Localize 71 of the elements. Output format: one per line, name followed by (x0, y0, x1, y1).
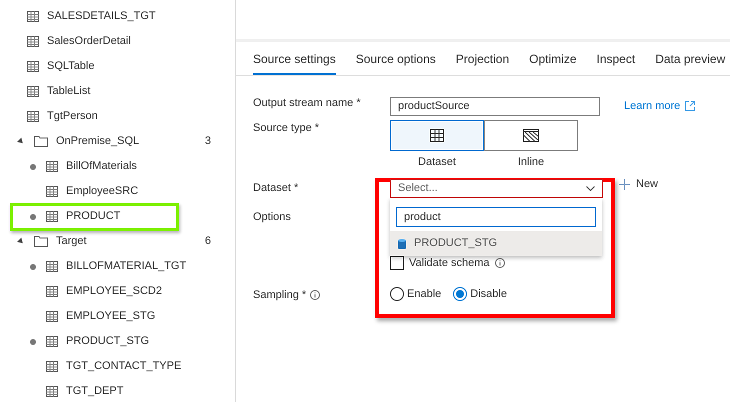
field-label: Source type * (253, 121, 320, 136)
checkbox-label: Validate schema (409, 256, 490, 271)
chevron-down-icon (586, 186, 595, 191)
dataset-select[interactable]: Select... (390, 179, 603, 198)
hatched-box-icon (523, 129, 539, 142)
dataset-label[interactable]: TgtPerson (47, 108, 98, 125)
table-icon (46, 311, 58, 322)
dataset-label[interactable]: EmployeeSRC (66, 183, 138, 200)
field-label: Dataset * (253, 181, 300, 196)
field-label: Sampling * (253, 288, 306, 303)
table-icon (46, 361, 58, 372)
item-count: 3 (204, 134, 211, 150)
tab[interactable]: Source settings (253, 50, 336, 75)
dropdown-option[interactable]: PRODUCT_STG (390, 231, 602, 256)
expand-triangle-icon[interactable] (17, 238, 25, 246)
external-link-icon (685, 101, 696, 111)
item-count: 6 (204, 234, 211, 250)
grid-icon (430, 129, 444, 142)
source-type-label: Inline (518, 155, 544, 170)
table-icon (27, 61, 39, 72)
table-icon (27, 86, 39, 97)
dataset-label[interactable]: TGT_CONTACT_TYPE (66, 358, 182, 375)
dataset-label[interactable]: BILLOFMATERIAL_TGT (66, 258, 186, 275)
dataset-label[interactable]: EMPLOYEE_STG (66, 308, 156, 325)
folder-icon (34, 136, 48, 147)
source-type-label: Dataset (418, 155, 456, 170)
dataset-label[interactable]: EMPLOYEE_SCD2 (66, 283, 162, 300)
plus-icon (619, 178, 630, 190)
radio-label: Enable (407, 286, 442, 302)
table-icon (27, 111, 39, 122)
info-icon (310, 290, 320, 300)
tab[interactable]: Inspect (596, 50, 636, 75)
table-icon (46, 161, 58, 172)
source-type-button[interactable] (390, 120, 484, 151)
dataset-label[interactable]: TGT_DEPT (66, 383, 124, 400)
dataset-label[interactable]: SQLTable (47, 58, 94, 75)
input-field[interactable]: productSource (390, 96, 600, 116)
radio-button[interactable] (453, 286, 468, 301)
field-label: Options (253, 210, 292, 225)
info-icon (494, 258, 505, 268)
table-icon (46, 261, 58, 272)
new-link[interactable]: New (636, 176, 658, 192)
tab[interactable]: Source options (356, 50, 436, 75)
learn-more-link[interactable]: Learn more (624, 98, 680, 114)
field-label: Output stream name * (253, 96, 362, 111)
dataset-label[interactable]: BillOfMaterials (66, 158, 137, 175)
table-icon (27, 11, 39, 22)
table-icon (46, 386, 58, 397)
table-icon (27, 36, 39, 47)
dataset-label[interactable]: SalesOrderDetail (47, 33, 131, 50)
radio-button[interactable] (390, 286, 404, 301)
source-type-button[interactable] (484, 120, 578, 151)
table-icon (46, 211, 58, 222)
table-icon (46, 286, 58, 297)
dataset-label[interactable]: TableList (47, 83, 90, 100)
dataset-label[interactable]: PRODUCT (66, 208, 120, 225)
tab[interactable]: Projection (456, 50, 510, 75)
expand-triangle-icon[interactable] (17, 138, 25, 146)
database-icon (398, 238, 406, 248)
dataset-label[interactable]: PRODUCT_STG (66, 333, 150, 350)
table-icon (46, 336, 58, 347)
search-field[interactable]: product (396, 207, 596, 227)
folder-label[interactable]: OnPremise_SQL (56, 133, 205, 150)
table-icon (46, 186, 58, 197)
tab[interactable]: Data preview (655, 50, 726, 75)
dataset-label[interactable]: SALESDETAILS_TGT (47, 8, 156, 25)
tab[interactable]: Optimize (529, 50, 576, 75)
checkbox[interactable] (390, 256, 404, 270)
folder-label[interactable]: Target (56, 233, 205, 250)
folder-icon (34, 236, 48, 247)
radio-label: Disable (470, 286, 507, 302)
